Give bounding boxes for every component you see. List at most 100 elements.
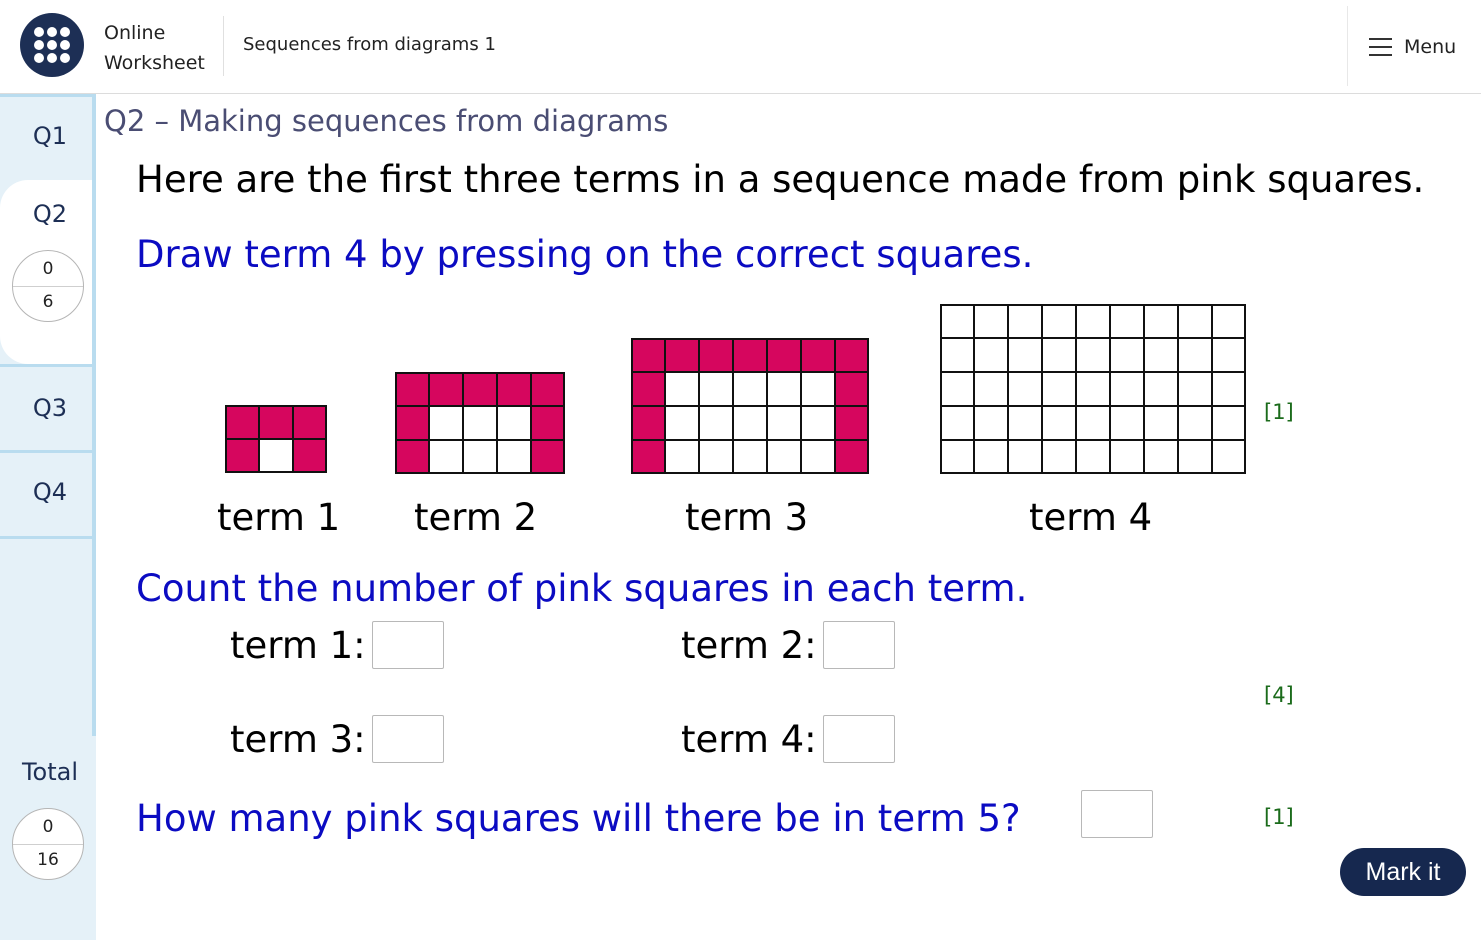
term-4-grid-cell[interactable] xyxy=(1076,338,1110,372)
term-4-grid-cell[interactable] xyxy=(1144,440,1178,474)
term-4-grid-cell[interactable] xyxy=(940,440,974,474)
q2-score: 0 xyxy=(42,259,54,279)
term-4-grid-cell[interactable] xyxy=(1178,372,1212,406)
term-4-answer-input[interactable] xyxy=(822,715,895,763)
term-4-grid-cell[interactable] xyxy=(940,338,974,372)
answer-row-term-3: term 3: xyxy=(230,715,444,763)
term-4-grid-cell[interactable] xyxy=(1178,304,1212,338)
term-4-grid-cell[interactable] xyxy=(1042,406,1076,440)
grid-square xyxy=(801,440,835,474)
worksheet-title: Sequences from diagrams 1 xyxy=(243,34,496,55)
grid-square xyxy=(429,406,463,440)
grid-square xyxy=(767,440,801,474)
term-4-grid-cell[interactable] xyxy=(1212,372,1246,406)
grid-square xyxy=(631,440,665,474)
term-4-grid-cell[interactable] xyxy=(1076,440,1110,474)
term-1-answer-label: term 1: xyxy=(230,623,366,667)
term-3-answer-input[interactable] xyxy=(371,715,444,763)
term-4-grid-cell[interactable] xyxy=(1008,304,1042,338)
grid-square xyxy=(259,405,293,439)
term-4-grid-cell[interactable] xyxy=(1076,304,1110,338)
term-4-answer-label: term 4: xyxy=(681,717,817,761)
mark-draw: [1] xyxy=(1264,400,1294,424)
hamburger-bar xyxy=(1369,38,1392,40)
term-4-grid-cell[interactable] xyxy=(1178,406,1212,440)
grid-square xyxy=(531,406,565,440)
term-2-answer-label: term 2: xyxy=(681,623,817,667)
term-4-grid-cell[interactable] xyxy=(1008,338,1042,372)
term-4-grid-cell[interactable] xyxy=(1212,440,1246,474)
term-1-label: term 1 xyxy=(217,496,341,539)
term-2-diagram xyxy=(395,372,565,474)
logo-dot xyxy=(34,40,44,50)
term-1-answer-input[interactable] xyxy=(371,621,444,669)
term-4-grid-cell[interactable] xyxy=(1178,440,1212,474)
term-4-grid-cell[interactable] xyxy=(1110,406,1144,440)
term-4-grid-cell[interactable] xyxy=(1076,372,1110,406)
term-4-grid-cell[interactable] xyxy=(1042,304,1076,338)
total-max-score: 16 xyxy=(37,850,59,870)
term-4-grid-cell[interactable] xyxy=(974,304,1008,338)
term-4-grid-cell[interactable] xyxy=(1008,440,1042,474)
term-4-grid-cell[interactable] xyxy=(940,372,974,406)
term-4-grid-cell[interactable] xyxy=(1008,406,1042,440)
term-4-grid-cell[interactable] xyxy=(1110,338,1144,372)
term-4-grid-cell[interactable] xyxy=(1212,304,1246,338)
term-4-grid-cell[interactable] xyxy=(1178,338,1212,372)
term-4-grid-cell[interactable] xyxy=(1110,440,1144,474)
hamburger-bar xyxy=(1369,46,1392,48)
logo-icon[interactable] xyxy=(20,13,84,77)
term-4-grid-cell[interactable] xyxy=(1144,338,1178,372)
term-4-grid-cell[interactable] xyxy=(1110,372,1144,406)
menu-button[interactable]: Menu xyxy=(1369,34,1456,60)
sidebar-item-q2[interactable]: Q2 0 6 xyxy=(0,180,96,364)
term-4-grid-cell[interactable] xyxy=(974,338,1008,372)
grid-square xyxy=(631,372,665,406)
sidebar-item-q1[interactable]: Q1 xyxy=(0,94,96,180)
term-4-grid-cell[interactable] xyxy=(974,372,1008,406)
logo-dot xyxy=(34,27,44,37)
grid-square xyxy=(733,406,767,440)
answer-row-term-4: term 4: xyxy=(681,715,895,763)
term-3-label: term 3 xyxy=(685,496,809,539)
term-4-grid-cell[interactable] xyxy=(1110,304,1144,338)
mark-it-button[interactable]: Mark it xyxy=(1340,848,1466,896)
grid-square xyxy=(225,405,259,439)
term-4-grid-cell[interactable] xyxy=(1144,406,1178,440)
sidebar-item-q3[interactable]: Q3 xyxy=(0,364,96,450)
term-4-grid-cell[interactable] xyxy=(1144,304,1178,338)
term-4-grid-cell[interactable] xyxy=(1042,440,1076,474)
grid-square xyxy=(767,372,801,406)
term-4-grid-cell[interactable] xyxy=(974,440,1008,474)
grid-square xyxy=(631,338,665,372)
grid-square xyxy=(699,338,733,372)
term-4-grid-cell[interactable] xyxy=(1076,406,1110,440)
term-4-drawing-grid[interactable] xyxy=(940,304,1246,474)
grid-square xyxy=(429,372,463,406)
sidebar-item-q4[interactable]: Q4 xyxy=(0,450,96,536)
term-4-grid-cell[interactable] xyxy=(1212,406,1246,440)
total-score: 0 xyxy=(42,817,54,837)
term-4-grid-cell[interactable] xyxy=(940,406,974,440)
logo-dot xyxy=(47,40,57,50)
answer-row-term-1: term 1: xyxy=(230,621,444,669)
logo-dot xyxy=(34,53,44,63)
term-4-grid-cell[interactable] xyxy=(1042,338,1076,372)
term-3-diagram xyxy=(631,338,869,474)
instruction-term5: How many pink squares will there be in t… xyxy=(136,797,1021,840)
grid-square xyxy=(835,372,869,406)
term-4-grid-cell[interactable] xyxy=(1212,338,1246,372)
term-5-answer-input[interactable] xyxy=(1081,790,1153,838)
term-4-grid-cell[interactable] xyxy=(1144,372,1178,406)
total-label: Total xyxy=(21,758,79,786)
term-4-grid-cell[interactable] xyxy=(940,304,974,338)
term-4-grid-cell[interactable] xyxy=(1008,372,1042,406)
grid-square xyxy=(395,440,429,474)
grid-square xyxy=(801,406,835,440)
grid-square xyxy=(395,372,429,406)
grid-square xyxy=(665,372,699,406)
term-4-grid-cell[interactable] xyxy=(974,406,1008,440)
term-2-answer-input[interactable] xyxy=(822,621,895,669)
grid-square xyxy=(429,440,463,474)
term-4-grid-cell[interactable] xyxy=(1042,372,1076,406)
